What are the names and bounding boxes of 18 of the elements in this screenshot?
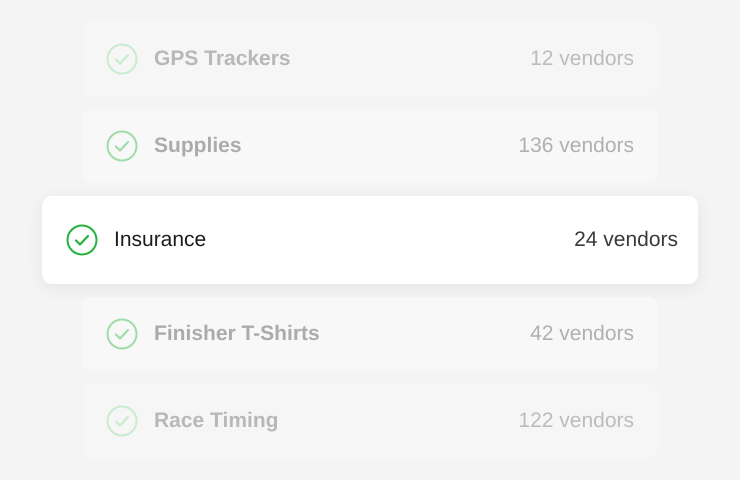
category-name: Race Timing [154, 409, 280, 433]
category-name: Finisher T-Shirts [154, 322, 321, 346]
category-name: Insurance [114, 228, 208, 252]
check-circle-icon [66, 224, 98, 256]
vendor-count: 12 vendors [530, 47, 634, 71]
category-card[interactable]: Finisher T-Shirts 42 vendors [82, 297, 658, 371]
check-circle-icon [106, 43, 138, 75]
vendor-count: 42 vendors [530, 322, 634, 346]
check-circle-icon [106, 318, 138, 350]
vendor-count: 24 vendors [574, 228, 678, 252]
vendor-count: 136 vendors [518, 134, 634, 158]
category-name: Supplies [154, 134, 243, 158]
check-circle-icon [106, 130, 138, 162]
category-card[interactable]: Supplies 136 vendors [82, 109, 658, 183]
check-circle-icon [106, 405, 138, 437]
vendor-count: 122 vendors [518, 409, 634, 433]
category-name: GPS Trackers [154, 47, 292, 71]
category-card[interactable]: Insurance 24 vendors [42, 196, 698, 284]
